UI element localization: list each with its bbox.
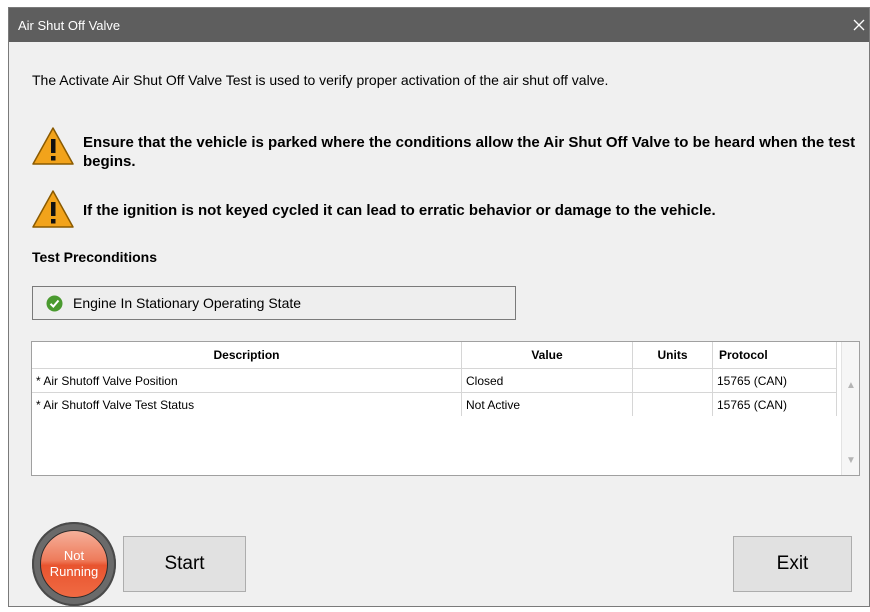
cell-units (632, 368, 713, 393)
check-circle-icon (46, 295, 63, 311)
status-indicator-lamp: Not Running (40, 530, 108, 598)
warning-2-text: If the ignition is not keyed cycled it c… (83, 202, 716, 219)
warning-triangle-icon (32, 127, 74, 165)
table-row[interactable]: * Air Shutoff Valve Test Status Not Acti… (32, 392, 837, 416)
warning-1: Ensure that the vehicle is parked where … (31, 126, 863, 171)
close-icon (853, 19, 865, 31)
precondition-item: Engine In Stationary Operating State (32, 286, 516, 320)
column-header-description[interactable]: Description (32, 342, 462, 369)
cell-units (632, 392, 713, 416)
warning-1-text: Ensure that the vehicle is parked where … (83, 134, 856, 170)
cell-value: Not Active (461, 392, 633, 416)
exit-button[interactable]: Exit (733, 536, 852, 592)
preconditions-title: Test Preconditions (32, 249, 157, 265)
data-grid[interactable]: Description Value Units Protocol * Air S… (31, 341, 860, 476)
close-button[interactable] (849, 8, 869, 42)
window-title: Air Shut Off Valve (18, 18, 121, 33)
intro-text: The Activate Air Shut Off Valve Test is … (32, 72, 609, 88)
table-row[interactable]: * Air Shutoff Valve Position Closed 1576… (32, 368, 837, 393)
cell-description: * Air Shutoff Valve Position (32, 368, 462, 393)
start-button[interactable]: Start (123, 536, 246, 592)
status-indicator: Not Running (32, 522, 116, 606)
dialog-window: Air Shut Off Valve The Activate Air Shut… (8, 7, 870, 607)
warning-triangle-icon (32, 190, 74, 228)
column-header-value[interactable]: Value (461, 342, 633, 369)
cell-protocol: 15765 (CAN) (712, 392, 837, 416)
status-line-1: Not (63, 548, 85, 563)
warning-2: If the ignition is not keyed cycled it c… (31, 189, 863, 229)
cell-description: * Air Shutoff Valve Test Status (32, 392, 462, 416)
cell-protocol: 15765 (CAN) (712, 368, 837, 393)
vertical-scrollbar[interactable]: ▲ ▼ (841, 342, 859, 475)
cell-value: Closed (461, 368, 633, 393)
status-line-2: Running (49, 564, 99, 579)
title-bar[interactable]: Air Shut Off Valve (9, 8, 869, 42)
scroll-down-icon[interactable]: ▼ (846, 455, 856, 466)
column-header-units[interactable]: Units (632, 342, 713, 369)
scroll-up-icon[interactable]: ▲ (846, 380, 856, 391)
column-header-protocol[interactable]: Protocol (712, 342, 837, 369)
precondition-label: Engine In Stationary Operating State (73, 295, 302, 311)
